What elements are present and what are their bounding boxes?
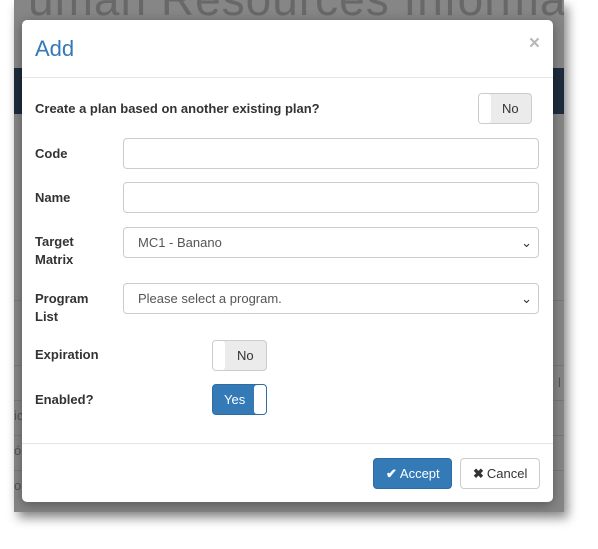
enabled-label: Enabled? [35, 392, 94, 407]
check-icon: ✔ [386, 466, 397, 481]
code-input[interactable] [123, 138, 539, 169]
modal-footer: ✔ Accept ✖ Cancel [22, 443, 553, 502]
target-matrix-label-line2: Matrix [35, 252, 74, 267]
toggle-knob [479, 94, 491, 123]
expiration-label: Expiration [35, 347, 99, 362]
code-label: Code [35, 146, 68, 161]
target-matrix-select[interactable]: MC1 - Banano ⌄ [123, 227, 539, 258]
target-matrix-label: Target Matrix [35, 233, 74, 269]
enabled-toggle[interactable]: Yes [212, 384, 267, 415]
modal-header: Add × [22, 20, 553, 78]
program-list-label-line1: Program [35, 291, 89, 306]
expiration-toggle[interactable]: No [212, 340, 267, 371]
base-plan-toggle[interactable]: No [478, 93, 532, 124]
add-plan-modal: Add × Create a plan based on another exi… [22, 20, 553, 502]
chevron-down-icon: ⌄ [521, 291, 532, 306]
accept-button-label: Accept [399, 466, 440, 481]
program-list-selected: Please select a program. [138, 291, 282, 306]
program-list-label-line2: List [35, 309, 59, 324]
close-icon[interactable]: × [529, 34, 540, 53]
toggle-knob [254, 385, 266, 414]
chevron-down-icon: ⌄ [521, 235, 532, 250]
toggle-knob [213, 341, 225, 370]
times-icon: ✖ [473, 466, 484, 481]
target-matrix-label-line1: Target [35, 234, 74, 249]
name-label: Name [35, 190, 71, 205]
name-input[interactable] [123, 182, 539, 213]
toggle-state: Yes [224, 392, 246, 407]
base-plan-label: Create a plan based on another existing … [35, 101, 320, 116]
toggle-state: No [502, 101, 519, 116]
accept-button[interactable]: ✔ Accept [373, 458, 452, 489]
program-list-label: Program List [35, 290, 88, 326]
cancel-button[interactable]: ✖ Cancel [460, 458, 540, 489]
cancel-button-label: Cancel [486, 466, 528, 481]
modal-title: Add [35, 36, 75, 61]
toggle-state: No [237, 348, 254, 363]
program-list-select[interactable]: Please select a program. ⌄ [123, 283, 539, 314]
target-matrix-selected: MC1 - Banano [138, 235, 222, 250]
